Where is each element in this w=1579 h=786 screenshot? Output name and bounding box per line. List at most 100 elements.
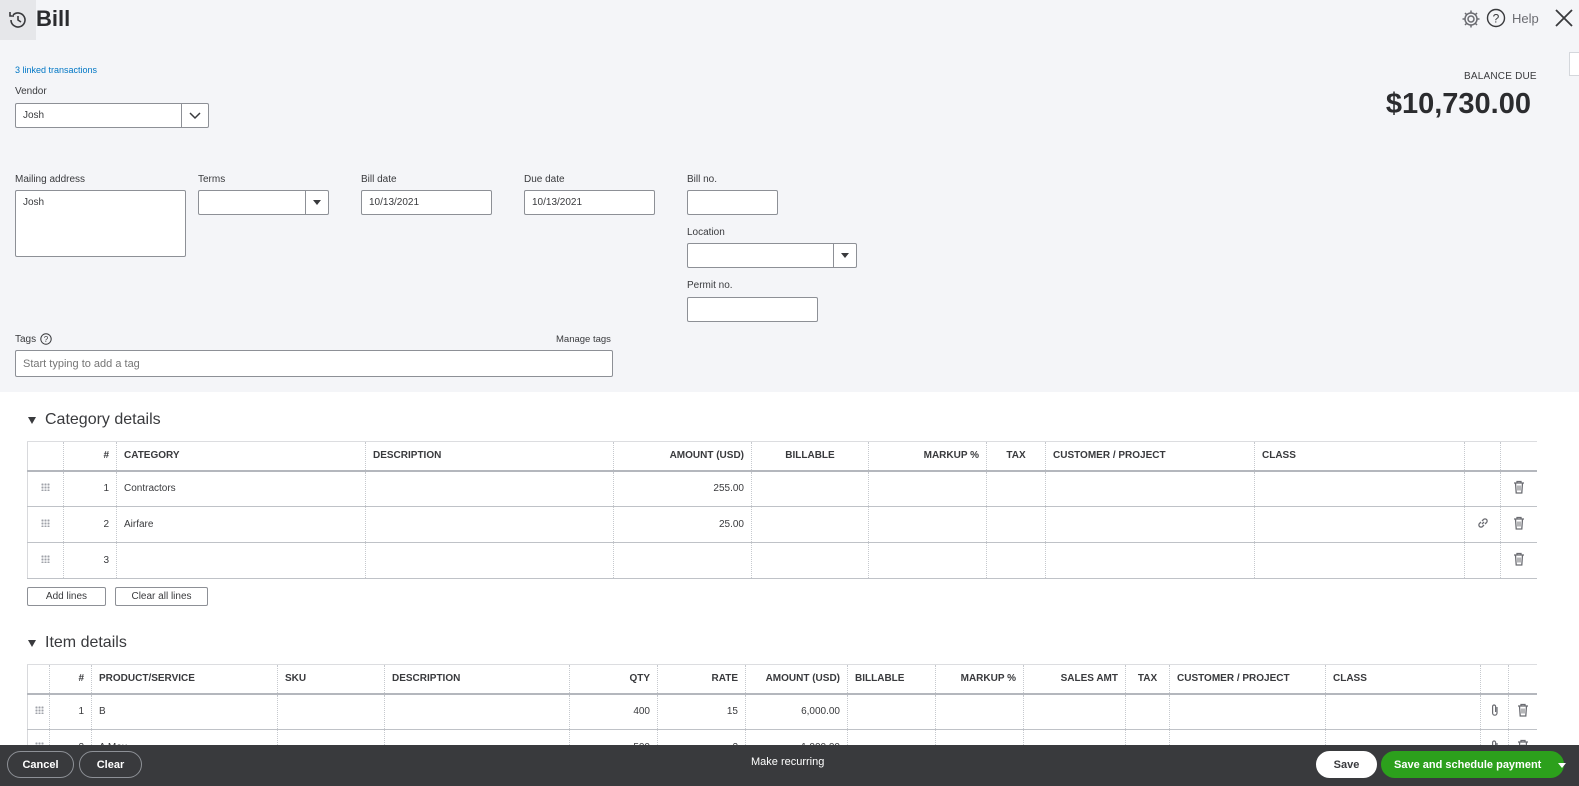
class-cell[interactable]	[1325, 693, 1481, 730]
trash-icon[interactable]	[1513, 481, 1525, 497]
markup-cell[interactable]	[868, 470, 987, 507]
description-cell[interactable]	[365, 470, 614, 507]
history-clock-icon	[9, 12, 26, 28]
tags-input[interactable]	[15, 350, 613, 377]
class-cell[interactable]	[1254, 470, 1465, 507]
category-cell[interactable]	[116, 542, 366, 579]
drag-handle-icon[interactable]	[41, 555, 50, 563]
make-recurring-button[interactable]: Make recurring	[751, 756, 824, 768]
help-circle-icon[interactable]: ?	[40, 333, 52, 345]
table-row[interactable]: 1 B 400 15 6,000.00	[27, 693, 1537, 730]
markup-cell[interactable]	[868, 506, 987, 543]
class-cell[interactable]	[1254, 542, 1465, 579]
vendor-select[interactable]: Josh	[15, 103, 209, 128]
link-cell[interactable]	[1464, 506, 1501, 543]
category-cell[interactable]: Contractors	[116, 470, 366, 507]
vendor-dropdown-button[interactable]	[181, 104, 208, 127]
due-date-input[interactable]: 10/13/2021	[524, 190, 655, 215]
trash-icon[interactable]	[1517, 704, 1529, 720]
save-button[interactable]: Save	[1316, 751, 1377, 778]
item-details-toggle[interactable]: Item details	[28, 634, 127, 652]
drag-handle-icon[interactable]	[41, 519, 50, 527]
clear-button[interactable]: Clear	[79, 751, 142, 778]
sku-cell[interactable]	[277, 693, 385, 730]
description-cell[interactable]	[384, 693, 570, 730]
close-button[interactable]	[1553, 7, 1575, 32]
permit-no-input[interactable]	[687, 297, 818, 322]
amount-cell[interactable]	[613, 542, 752, 579]
trash-icon[interactable]	[1513, 552, 1525, 569]
gear-icon	[1462, 10, 1480, 28]
qty-cell[interactable]: 400	[569, 693, 658, 730]
side-panel-toggle[interactable]	[1569, 52, 1579, 76]
billable-cell[interactable]	[751, 542, 869, 579]
markup-cell[interactable]	[935, 693, 1024, 730]
location-dropdown-button[interactable]	[833, 244, 856, 267]
delete-column-header	[1508, 664, 1537, 695]
attachment-icon[interactable]	[1489, 704, 1501, 720]
trash-icon[interactable]	[1513, 516, 1525, 533]
help-button[interactable]: ? Help	[1486, 8, 1539, 28]
drag-handle-icon[interactable]	[35, 706, 44, 715]
customer-project-cell[interactable]	[1169, 693, 1326, 730]
customer-project-cell[interactable]	[1045, 542, 1255, 579]
collapse-triangle-icon	[28, 416, 36, 424]
add-lines-button[interactable]: Add lines	[27, 587, 106, 606]
tax-cell[interactable]	[1125, 693, 1170, 730]
recent-transactions-button[interactable]	[0, 0, 36, 40]
drag-handle-cell[interactable]	[27, 470, 64, 507]
billable-cell[interactable]	[751, 506, 869, 543]
drag-column-header	[27, 441, 64, 472]
bill-no-input[interactable]	[687, 190, 778, 215]
cancel-button[interactable]: Cancel	[7, 751, 74, 778]
link-icon[interactable]	[1476, 518, 1490, 533]
clear-all-lines-button[interactable]: Clear all lines	[115, 587, 208, 606]
billable-cell[interactable]	[751, 470, 869, 507]
drag-handle-cell[interactable]	[27, 506, 64, 543]
location-select[interactable]	[687, 243, 857, 268]
linked-transactions-link[interactable]: 3 linked transactions	[15, 65, 97, 75]
table-row[interactable]: 3	[27, 542, 1537, 579]
save-and-schedule-payment-button[interactable]: Save and schedule payment	[1381, 751, 1564, 778]
trash-cell[interactable]	[1500, 506, 1537, 543]
tax-cell[interactable]	[986, 506, 1046, 543]
attach-column-header	[1480, 664, 1509, 695]
table-row[interactable]: 2 Airfare 25.00	[27, 506, 1537, 543]
category-details-toggle[interactable]: Category details	[28, 411, 161, 429]
description-cell[interactable]	[365, 506, 614, 543]
sales-amt-cell[interactable]	[1023, 693, 1126, 730]
tax-cell[interactable]	[986, 542, 1046, 579]
bill-date-input[interactable]: 10/13/2021	[361, 190, 492, 215]
billable-cell[interactable]	[847, 693, 936, 730]
mailing-address-label: Mailing address	[15, 174, 86, 185]
drag-handle-icon[interactable]	[41, 483, 50, 492]
tax-cell[interactable]	[986, 470, 1046, 507]
trash-cell[interactable]	[1508, 693, 1537, 730]
customer-project-cell[interactable]	[1045, 470, 1255, 507]
amount-cell[interactable]: 6,000.00	[745, 693, 848, 730]
markup-cell[interactable]	[868, 542, 987, 579]
settings-button[interactable]	[1461, 9, 1481, 32]
column-header: BILLABLE	[847, 664, 936, 695]
terms-dropdown-button[interactable]	[305, 191, 328, 214]
terms-select[interactable]	[198, 190, 329, 215]
customer-project-cell[interactable]	[1045, 506, 1255, 543]
chevron-down-icon	[189, 111, 201, 119]
amount-cell[interactable]: 25.00	[613, 506, 752, 543]
attachment-cell[interactable]	[1480, 693, 1509, 730]
trash-cell[interactable]	[1500, 470, 1537, 507]
description-cell[interactable]	[365, 542, 614, 579]
drag-handle-cell[interactable]	[27, 542, 64, 579]
trash-cell[interactable]	[1500, 542, 1537, 579]
category-cell[interactable]: Airfare	[116, 506, 366, 543]
column-header: BILLABLE	[751, 441, 869, 472]
amount-cell[interactable]: 255.00	[613, 470, 752, 507]
save-options-caret-icon[interactable]	[1558, 763, 1566, 768]
drag-handle-cell[interactable]	[27, 693, 50, 730]
table-row[interactable]: 1 Contractors 255.00	[27, 470, 1537, 507]
class-cell[interactable]	[1254, 506, 1465, 543]
product-service-cell[interactable]: B	[91, 693, 278, 730]
rate-cell[interactable]: 15	[657, 693, 746, 730]
mailing-address-field[interactable]: Josh	[15, 190, 186, 257]
manage-tags-link[interactable]: Manage tags	[556, 334, 611, 345]
